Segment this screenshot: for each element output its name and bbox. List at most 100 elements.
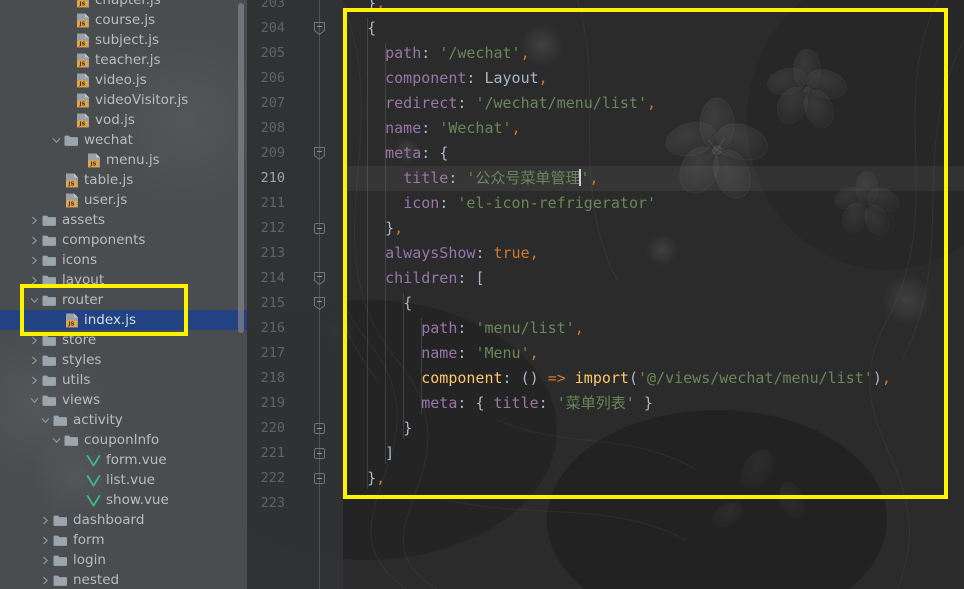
chevron-right-icon[interactable] bbox=[28, 210, 41, 230]
code-line-206[interactable]: component: Layout, bbox=[349, 66, 548, 91]
chevron-right-icon[interactable] bbox=[39, 510, 52, 530]
fold-marker-220[interactable] bbox=[312, 421, 327, 436]
code-line-219[interactable]: meta: { title: '菜单列表' } bbox=[349, 391, 653, 416]
chevron-right-icon[interactable] bbox=[28, 350, 41, 370]
tree-folder-dashboard[interactable]: dashboard bbox=[0, 510, 247, 530]
chevron-down-icon[interactable] bbox=[50, 130, 63, 150]
code-line-220[interactable]: } bbox=[349, 416, 412, 441]
tree-file-list-vue[interactable]: list.vue bbox=[0, 470, 247, 490]
code-line-207[interactable]: redirect: '/wechat/menu/list', bbox=[349, 91, 656, 116]
line-number-221[interactable]: 221 bbox=[247, 441, 285, 466]
line-number-218[interactable]: 218 bbox=[247, 366, 285, 391]
project-tool-window[interactable]: JS chapter.js JS course.js JS subject.js JS tea… bbox=[0, 0, 247, 589]
code-line-215[interactable]: { bbox=[349, 291, 412, 316]
chevron-right-icon[interactable] bbox=[28, 230, 41, 250]
line-number-210[interactable]: 210 bbox=[247, 166, 285, 191]
tree-file-subject-js[interactable]: JS subject.js bbox=[0, 30, 247, 50]
code-line-213[interactable]: alwaysShow: true, bbox=[349, 241, 539, 266]
tree-folder-nested[interactable]: nested bbox=[0, 570, 247, 589]
code-line-210[interactable]: title: '公众号菜单管理', bbox=[349, 166, 599, 191]
chevron-right-icon[interactable] bbox=[39, 570, 52, 589]
fold-marker-221[interactable] bbox=[312, 446, 327, 461]
line-number-203[interactable]: 203 bbox=[247, 0, 285, 16]
fold-marker-215[interactable] bbox=[312, 296, 327, 311]
fold-marker-212[interactable] bbox=[312, 221, 327, 236]
line-number-209[interactable]: 209 bbox=[247, 141, 285, 166]
line-number-212[interactable]: 212 bbox=[247, 216, 285, 241]
tree-folder-icons[interactable]: icons bbox=[0, 250, 247, 270]
tree-folder-form[interactable]: form bbox=[0, 530, 247, 550]
line-number-220[interactable]: 220 bbox=[247, 416, 285, 441]
tree-file-show-vue[interactable]: show.vue bbox=[0, 490, 247, 510]
code-line-214[interactable]: children: [ bbox=[349, 266, 484, 291]
line-number-216[interactable]: 216 bbox=[247, 316, 285, 341]
code-line-204[interactable]: { bbox=[349, 16, 376, 41]
code-line-203[interactable]: }, bbox=[349, 0, 385, 16]
tree-file-teacher-js[interactable]: JS teacher.js bbox=[0, 50, 247, 70]
fold-marker-222[interactable] bbox=[312, 471, 327, 486]
chevron-right-icon[interactable] bbox=[39, 530, 52, 550]
line-number-206[interactable]: 206 bbox=[247, 66, 285, 91]
chevron-down-icon[interactable] bbox=[28, 290, 41, 310]
editor-gutter[interactable]: 203 204 205 206 207 208 209 210 211 212 213 214 215 2… bbox=[247, 0, 343, 589]
fold-marker-209[interactable] bbox=[312, 146, 327, 161]
line-number-207[interactable]: 207 bbox=[247, 91, 285, 116]
tree-file-vod-js[interactable]: JS vod.js bbox=[0, 110, 247, 130]
chevron-down-icon[interactable] bbox=[50, 430, 63, 450]
tree-folder-couponinfo[interactable]: couponInfo bbox=[0, 430, 247, 450]
tree-file-user-js[interactable]: JS user.js bbox=[0, 190, 247, 210]
tree-file-videovisitor-js[interactable]: JS videoVisitor.js bbox=[0, 90, 247, 110]
tree-file-course-js[interactable]: JS course.js bbox=[0, 10, 247, 30]
project-tree-list[interactable]: JS chapter.js JS course.js JS subject.js JS tea… bbox=[0, 0, 247, 589]
tree-folder-activity[interactable]: activity bbox=[0, 410, 247, 430]
line-number-219[interactable]: 219 bbox=[247, 391, 285, 416]
line-number-214[interactable]: 214 bbox=[247, 266, 285, 291]
tree-folder-views[interactable]: views bbox=[0, 390, 247, 410]
editor-pane[interactable]: }, { path: '/wechat', component: Layout,… bbox=[247, 0, 964, 589]
code-line-222[interactable]: }, bbox=[349, 466, 385, 491]
code-line-212[interactable]: }, bbox=[349, 216, 403, 241]
tree-folder-login[interactable]: login bbox=[0, 550, 247, 570]
tree-vertical-scrollbar[interactable] bbox=[238, 3, 244, 333]
chevron-right-icon[interactable] bbox=[28, 370, 41, 390]
tree-file-table-js[interactable]: JS table.js bbox=[0, 170, 247, 190]
line-number-223[interactable]: 223 bbox=[247, 491, 285, 516]
code-line-216[interactable]: path: 'menu/list', bbox=[349, 316, 584, 341]
code-line-217[interactable]: name: 'Menu', bbox=[349, 341, 538, 366]
fold-marker-214[interactable] bbox=[312, 271, 327, 286]
line-number-213[interactable]: 213 bbox=[247, 241, 285, 266]
tree-folder-assets[interactable]: assets bbox=[0, 210, 247, 230]
chevron-right-icon[interactable] bbox=[28, 330, 41, 350]
code-line-218[interactable]: component: () => import('@/views/wechat/… bbox=[349, 366, 891, 391]
line-number-211[interactable]: 211 bbox=[247, 191, 285, 216]
tree-file-video-js[interactable]: JS video.js bbox=[0, 70, 247, 90]
tree-folder-styles[interactable]: styles bbox=[0, 350, 247, 370]
line-number-215[interactable]: 215 bbox=[247, 291, 285, 316]
code-line-208[interactable]: name: 'Wechat', bbox=[349, 116, 520, 141]
tree-folder-store[interactable]: store bbox=[0, 330, 247, 350]
line-number-208[interactable]: 208 bbox=[247, 116, 285, 141]
line-number-222[interactable]: 222 bbox=[247, 466, 285, 491]
line-number-217[interactable]: 217 bbox=[247, 341, 285, 366]
code-line-221[interactable]: ] bbox=[349, 441, 394, 466]
chevron-right-icon[interactable] bbox=[39, 550, 52, 570]
tree-folder-wechat[interactable]: wechat bbox=[0, 130, 247, 150]
chevron-right-icon[interactable] bbox=[28, 270, 41, 290]
tree-file-index-js[interactable]: JS index.js bbox=[0, 310, 247, 330]
chevron-down-icon[interactable] bbox=[28, 390, 41, 410]
code-text-surface[interactable]: }, { path: '/wechat', component: Layout,… bbox=[343, 0, 964, 589]
tree-file-chapter-js[interactable]: JS chapter.js bbox=[0, 0, 247, 10]
tree-folder-utils[interactable]: utils bbox=[0, 370, 247, 390]
tree-file-form-vue[interactable]: form.vue bbox=[0, 450, 247, 470]
fold-marker-204[interactable] bbox=[312, 21, 327, 36]
code-line-211[interactable]: icon: 'el-icon-refrigerator' bbox=[349, 191, 656, 216]
chevron-down-icon[interactable] bbox=[39, 410, 52, 430]
line-number-204[interactable]: 204 bbox=[247, 16, 285, 41]
tree-file-menu-js[interactable]: JS menu.js bbox=[0, 150, 247, 170]
code-line-209[interactable]: meta: { bbox=[349, 141, 448, 166]
tree-folder-layout[interactable]: layout bbox=[0, 270, 247, 290]
line-number-205[interactable]: 205 bbox=[247, 41, 285, 66]
chevron-right-icon[interactable] bbox=[28, 250, 41, 270]
tree-folder-router[interactable]: router bbox=[0, 290, 247, 310]
tree-folder-components[interactable]: components bbox=[0, 230, 247, 250]
